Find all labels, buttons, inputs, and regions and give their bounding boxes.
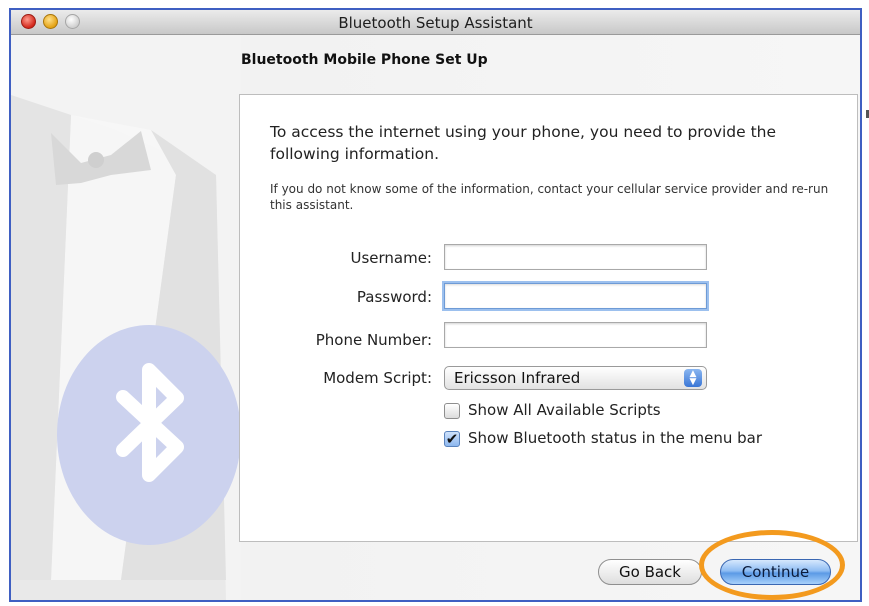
show-bluetooth-status-checkbox[interactable]: ✔ (444, 431, 460, 447)
form-panel: To access the internet using your phone,… (239, 94, 858, 542)
phone-number-field[interactable] (444, 322, 707, 348)
show-bluetooth-status-label: Show Bluetooth status in the menu bar (468, 429, 763, 447)
show-all-scripts-label: Show All Available Scripts (468, 401, 661, 419)
modem-script-label: Modem Script: (323, 369, 432, 387)
note-text: If you do not know some of the informati… (270, 182, 829, 212)
setup-assistant-window: Bluetooth Setup Assistant Bluetooth Mobi… (9, 8, 869, 602)
bluetooth-logo-icon (11, 35, 241, 600)
password-field[interactable] (444, 283, 707, 309)
username-field[interactable] (444, 244, 707, 270)
password-label: Password: (356, 288, 432, 306)
section-title: Bluetooth Mobile Phone Set Up (241, 52, 488, 68)
go-back-button[interactable]: Go Back (598, 559, 702, 585)
window-title: Bluetooth Setup Assistant (338, 14, 533, 32)
intro-text: To access the internet using your phone,… (270, 123, 777, 163)
continue-button[interactable]: Continue (720, 559, 831, 585)
phone-number-label: Phone Number: (315, 331, 432, 349)
title-bar[interactable]: Bluetooth Setup Assistant (11, 10, 860, 35)
modem-script-value: Ericsson Infrared (454, 369, 581, 387)
modem-script-select[interactable]: Ericsson Infrared ▲ ▼ (444, 366, 707, 390)
checkmark-icon: ✔ (445, 430, 459, 448)
show-all-scripts-checkbox[interactable] (444, 403, 460, 419)
updown-arrows-icon: ▲ ▼ (684, 369, 702, 387)
username-label: Username: (350, 249, 432, 267)
